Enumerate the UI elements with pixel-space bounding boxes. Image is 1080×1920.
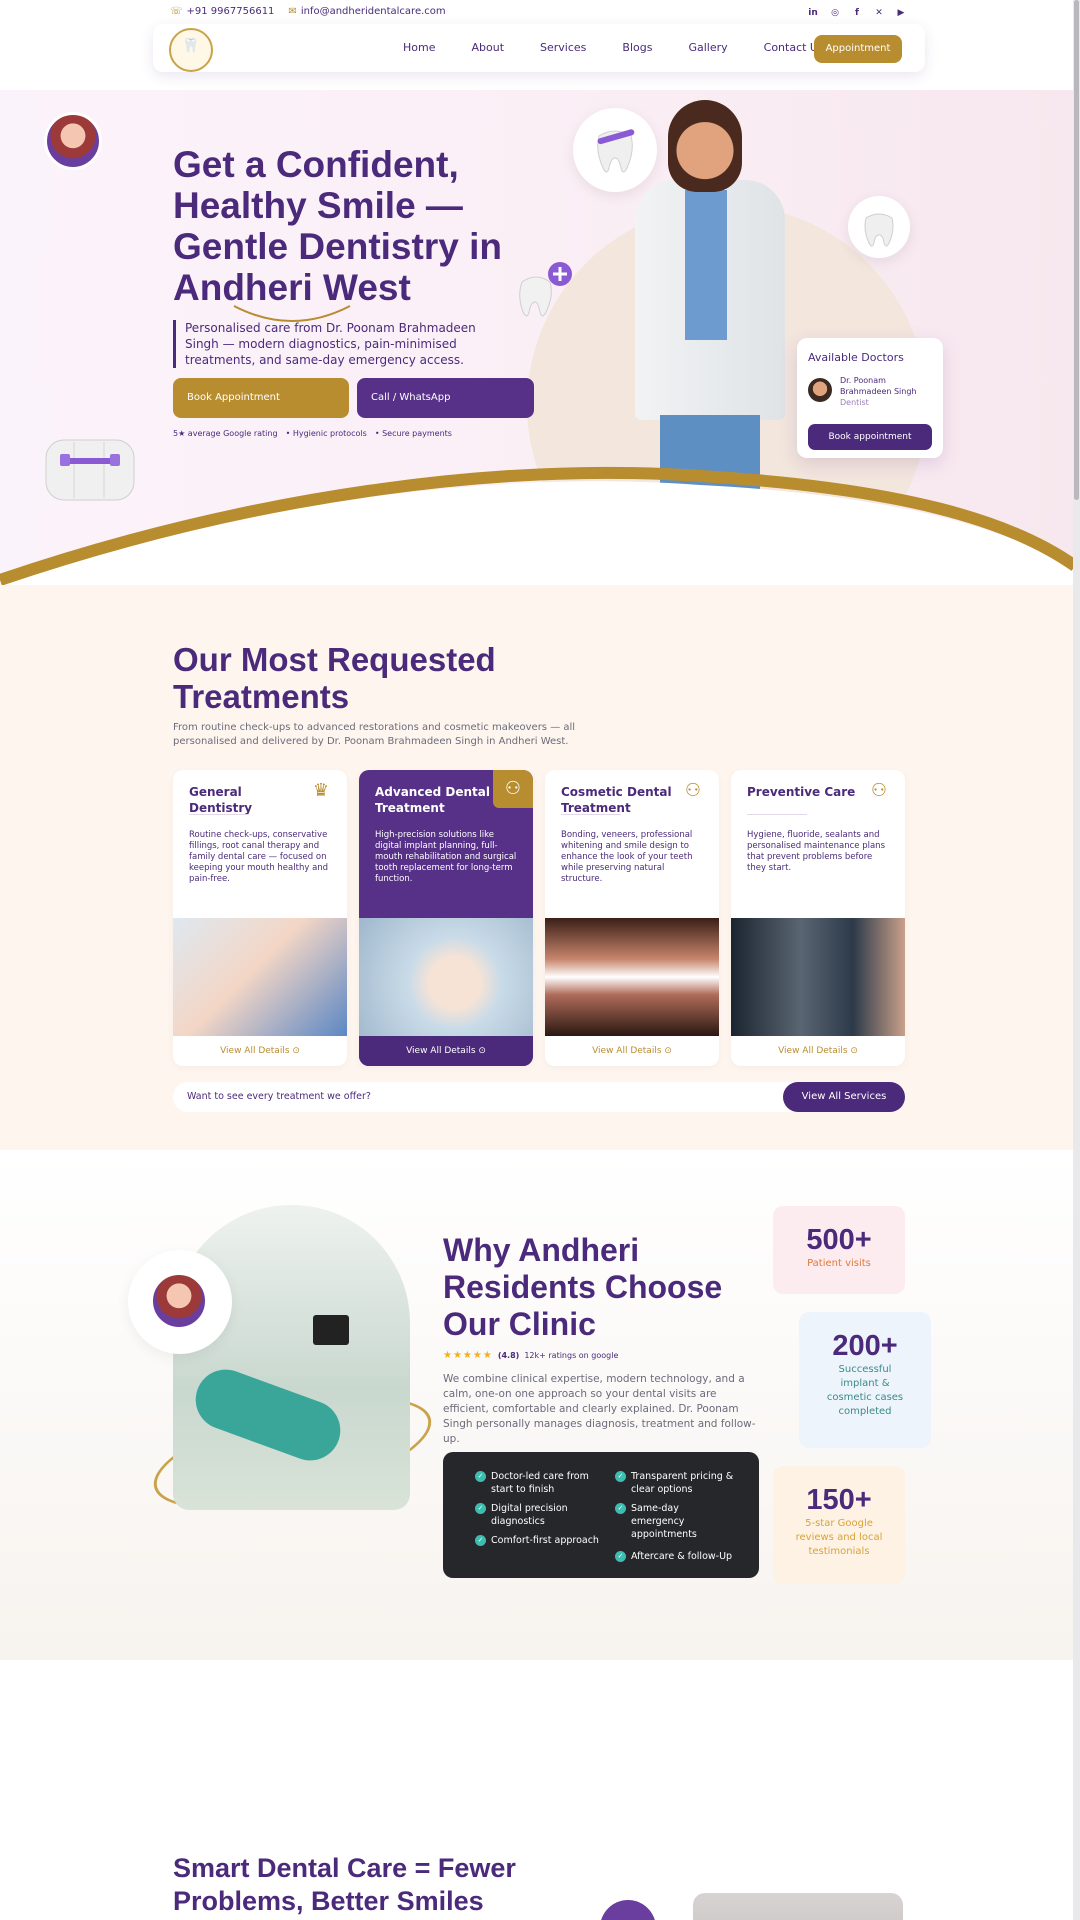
- card-preventive-care[interactable]: Preventive Care ⚇ Hygiene, fluoride, sea…: [731, 770, 905, 1066]
- see-all-treatments-bar: Want to see every treatment we offer? Vi…: [173, 1082, 905, 1112]
- doctor-badge: [128, 1250, 232, 1354]
- tooth-crown-icon: ♛: [312, 780, 330, 801]
- star-rating-icon: ★★★★★: [443, 1350, 493, 1361]
- nav-services[interactable]: Services: [540, 41, 586, 54]
- benefit-item: ✓ Comfort-first approach: [475, 1534, 611, 1547]
- why-paragraph: We combine clinical expertise, modern te…: [443, 1373, 756, 1445]
- why-choose-section: Why Andheri Residents Choose Our Clinic …: [0, 1150, 1080, 1660]
- stat-implant-cases: 200+ Successful implant & cosmetic cases…: [799, 1312, 931, 1448]
- checkup-photo: [173, 918, 347, 1036]
- implant-model-photo: [359, 918, 533, 1036]
- view-details-link[interactable]: View All Details ⊙: [545, 1036, 719, 1066]
- hero-section: Get a Confident, Healthy Smile — Gentle …: [0, 90, 1080, 585]
- social-links: in ◎ f ✕ ▶: [806, 6, 908, 20]
- nav-links: Home About Services Blogs Gallery Contac…: [403, 41, 860, 54]
- doctor-avatar: [600, 1900, 656, 1920]
- stat-google-reviews: 150+ 5-star Google reviews and local tes…: [773, 1466, 905, 1584]
- treatments-subtitle: From routine check-ups to advanced resto…: [173, 722, 576, 747]
- contact-info: ☏ +91 9967756611 ✉ info@andheridentalcare.…: [170, 6, 446, 17]
- doctor-avatar: [150, 1272, 208, 1330]
- mail-icon: ✉: [288, 6, 297, 17]
- linkedin-icon[interactable]: in: [806, 6, 820, 20]
- clinic-photo: [173, 1205, 410, 1510]
- treatments-title: Our Most Requested Treatments: [173, 641, 496, 715]
- check-icon: ✓: [615, 1551, 626, 1562]
- google-rating: ★★★★★ (4.8) 12k+ ratings on google: [443, 1350, 619, 1361]
- card-cosmetic-dental[interactable]: Cosmetic Dental Treatment ⚇ Bonding, ven…: [545, 770, 719, 1066]
- check-icon: ✓: [475, 1471, 486, 1482]
- email-link[interactable]: ✉ info@andheridentalcare.com: [288, 6, 445, 17]
- check-icon: ✓: [615, 1471, 626, 1482]
- nav-home[interactable]: Home: [403, 41, 435, 54]
- view-details-link[interactable]: View All Details ⊙: [173, 1036, 347, 1066]
- phone-icon: ☏: [170, 6, 183, 17]
- hero-gold-wave: [0, 466, 1080, 585]
- tooth-icon: ⚇: [493, 770, 533, 808]
- card-general-dentistry[interactable]: General Dentistry ♛ Routine check-ups, c…: [173, 770, 347, 1066]
- youtube-icon[interactable]: ▶: [894, 6, 908, 20]
- phone-link[interactable]: ☏ +91 9967756611: [170, 6, 274, 17]
- stat-patient-visits: 500+ Patient visits: [773, 1206, 905, 1294]
- instagram-icon[interactable]: ◎: [828, 6, 842, 20]
- tooth-logo-icon: 🦷: [182, 38, 200, 54]
- why-title: Why Andheri Residents Choose Our Clinic: [443, 1232, 723, 1342]
- nav-about[interactable]: About: [471, 41, 504, 54]
- benefit-item: ✓ Doctor-led care from start to finish: [475, 1470, 611, 1496]
- check-icon: ✓: [475, 1535, 486, 1546]
- check-icon: ✓: [475, 1503, 486, 1514]
- clinic-logo[interactable]: 🦷: [169, 28, 213, 72]
- view-all-services-button[interactable]: View All Services: [783, 1082, 905, 1112]
- page-scrollbar[interactable]: [1073, 0, 1080, 1920]
- nav-blogs[interactable]: Blogs: [622, 41, 652, 54]
- scrollbar-thumb[interactable]: [1074, 0, 1079, 500]
- benefit-item: ✓ Aftercare & follow-Up: [615, 1550, 751, 1563]
- view-details-link[interactable]: View All Details ⊙: [731, 1036, 905, 1066]
- smart-care-photo: [693, 1893, 903, 1920]
- tooth-outline-icon: ⚇: [870, 780, 888, 801]
- benefit-item: ✓ Transparent pricing & clear options: [615, 1470, 751, 1496]
- card-advanced-dental[interactable]: Advanced Dental Treatment ⚇ High-precisi…: [359, 770, 533, 1066]
- view-details-button[interactable]: View All Details ⊙: [359, 1036, 533, 1066]
- smile-photo: [545, 918, 719, 1036]
- treatments-section: Our Most Requested Treatments From routi…: [0, 585, 1080, 1150]
- facebook-icon[interactable]: f: [850, 6, 864, 20]
- benefit-item: ✓ Digital precision diagnostics: [475, 1502, 611, 1528]
- see-all-question: Want to see every treatment we offer?: [187, 1091, 371, 1102]
- tooth-outline-icon: ⚇: [684, 780, 702, 801]
- top-contact-bar: ☏ +91 9967756611 ✉ info@andheridentalcare.…: [0, 0, 1080, 26]
- smart-title: Smart Dental Care = Fewer Problems, Bett…: [173, 1853, 516, 1916]
- main-navbar: 🦷 Home About Services Blogs Gallery Cont…: [153, 24, 925, 72]
- x-icon[interactable]: ✕: [872, 6, 886, 20]
- check-icon: ✓: [615, 1503, 626, 1514]
- benefit-item: ✓ Same-day emergency appointments: [615, 1502, 711, 1541]
- nav-gallery[interactable]: Gallery: [688, 41, 727, 54]
- appointment-button[interactable]: Appointment: [814, 35, 902, 63]
- benefits-box: ✓ Doctor-led care from start to finish ✓ D…: [443, 1452, 759, 1578]
- xray-monitor-photo: [731, 918, 905, 1036]
